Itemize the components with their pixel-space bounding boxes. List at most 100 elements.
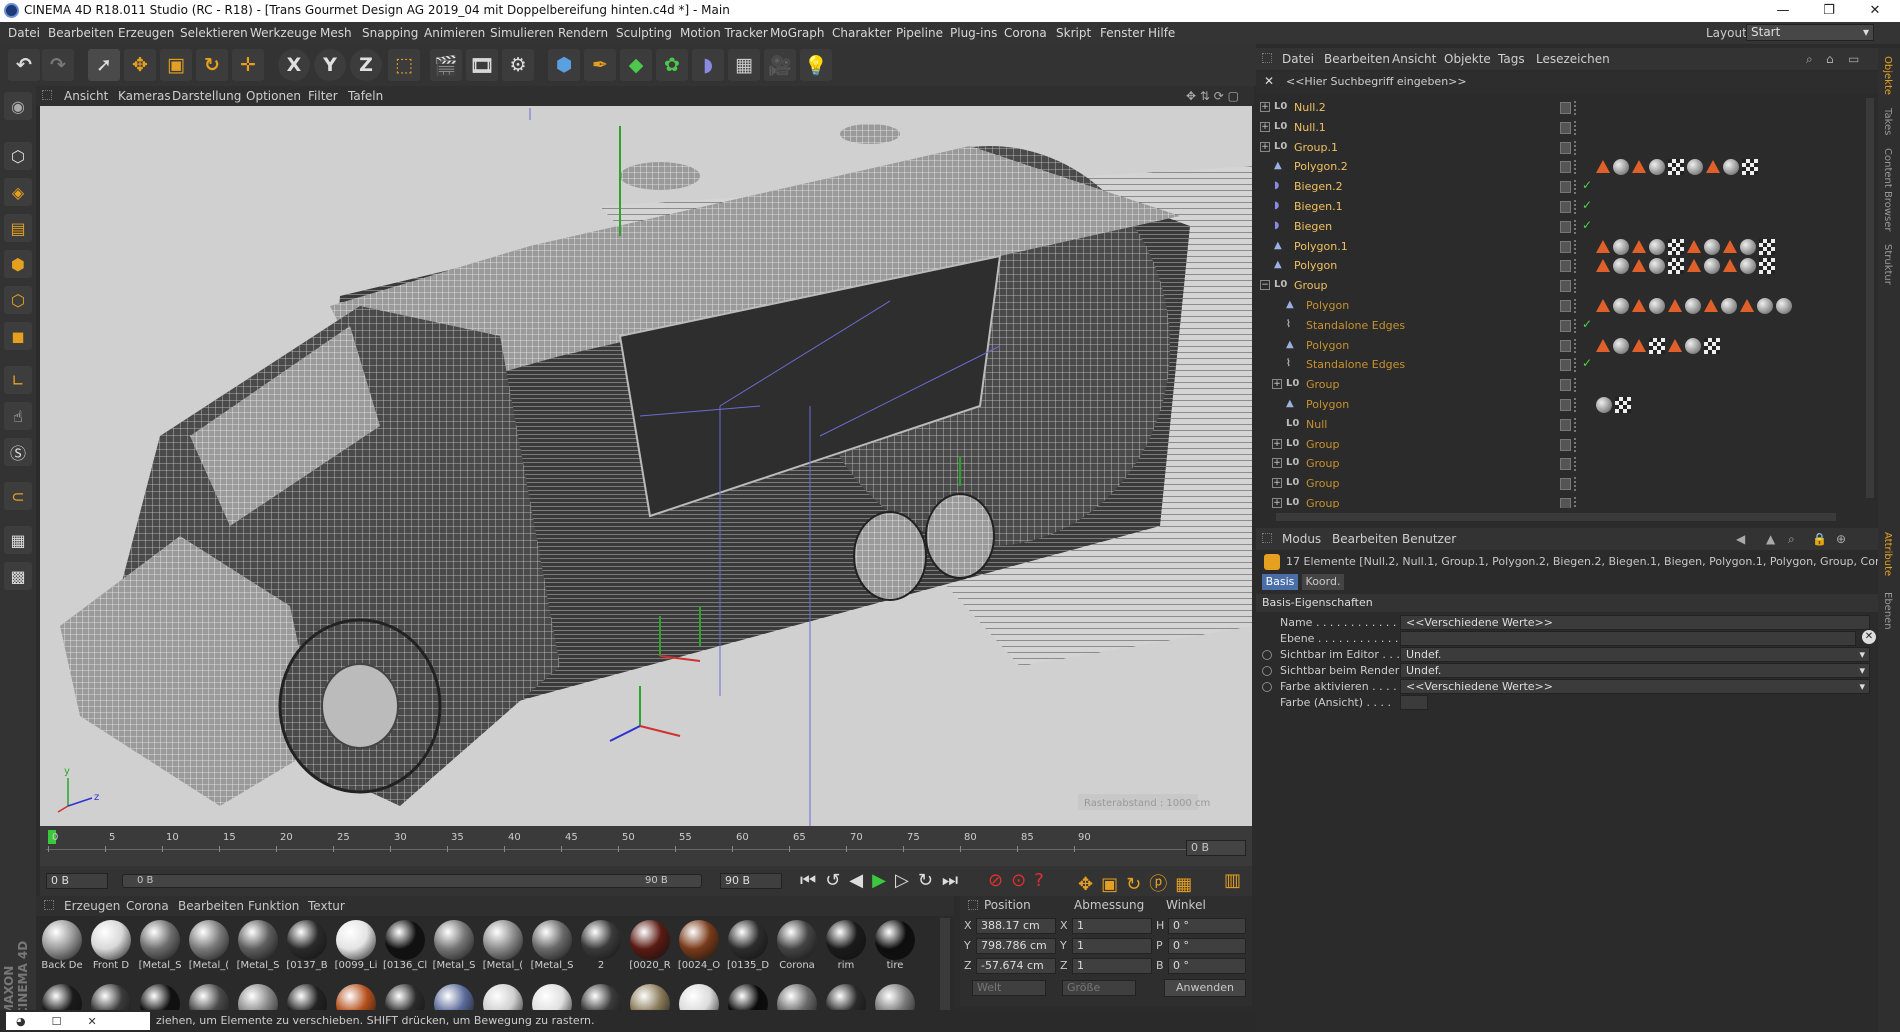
object-name[interactable]: Standalone Edges xyxy=(1306,319,1405,332)
material-swatch[interactable]: [Metal_( xyxy=(187,920,231,973)
enabled-check-icon[interactable]: ✓ xyxy=(1582,317,1592,331)
viewport-menu-kameras[interactable]: Kameras xyxy=(118,89,171,103)
object-name[interactable]: Group xyxy=(1306,477,1340,490)
material-tag-icon[interactable] xyxy=(1613,337,1629,354)
material-swatch[interactable]: Back De xyxy=(40,920,84,973)
visibility-toggle[interactable] xyxy=(1560,418,1571,431)
material-tag-icon[interactable] xyxy=(1757,298,1773,314)
tab-koord[interactable]: Koord. xyxy=(1302,574,1344,590)
pen-icon[interactable]: ✒ xyxy=(584,49,616,81)
make-editable-icon[interactable]: ◉ xyxy=(4,92,32,120)
material-tag-icon[interactable] xyxy=(1649,258,1665,275)
phong-tag-icon[interactable] xyxy=(1723,239,1737,253)
menu-skript[interactable]: Skript xyxy=(1056,26,1091,40)
render-visibility-dots[interactable] xyxy=(1574,398,1578,412)
render-visibility-dots[interactable] xyxy=(1574,140,1578,155)
object-row[interactable]: + L0 Null.1 xyxy=(1256,118,1878,138)
material-swatch[interactable]: Corona xyxy=(775,920,819,973)
coord-icon[interactable]: ⬚ xyxy=(388,49,420,81)
minimize-button[interactable]: — xyxy=(1760,0,1806,22)
clear-search-icon[interactable]: ✕ xyxy=(1264,74,1274,88)
visibility-toggle[interactable] xyxy=(1560,319,1571,332)
menu-fenster[interactable]: Fenster xyxy=(1100,26,1145,40)
new-panel-icon[interactable]: ⊕ xyxy=(1836,532,1846,546)
back-icon[interactable]: ◀ xyxy=(1736,532,1745,546)
tweak-mode-icon[interactable]: ☝ xyxy=(4,402,32,430)
menu-simulieren[interactable]: Simulieren xyxy=(490,26,554,40)
render-visibility-dots[interactable] xyxy=(1574,417,1578,432)
render-visibility-dots[interactable] xyxy=(1574,299,1578,313)
material-menu-textur[interactable]: Textur xyxy=(308,899,345,913)
expand-toggle-icon[interactable]: + xyxy=(1272,379,1282,390)
material-tag-icon[interactable] xyxy=(1613,298,1629,314)
light-icon[interactable]: 💡 xyxy=(800,49,832,81)
material-swatch[interactable]: [0137_B xyxy=(285,920,329,973)
object-row[interactable]: ◗ Biegen.1 ✓ xyxy=(1256,197,1878,217)
enabled-check-icon[interactable]: ✓ xyxy=(1582,218,1592,232)
menu-datei[interactable]: Datei xyxy=(8,26,40,40)
object-row[interactable]: + L0 Group xyxy=(1256,375,1878,395)
menu-animieren[interactable]: Animieren xyxy=(424,26,485,40)
object-search-input[interactable]: <<Hier Suchbegriff eingeben>> xyxy=(1286,75,1467,88)
phong-tag-icon[interactable] xyxy=(1632,160,1646,174)
material-tag-icon[interactable] xyxy=(1613,159,1629,176)
key-tools[interactable]: ✥▣↻ⓟ▦ xyxy=(1078,870,1200,896)
tab-basis[interactable]: Basis xyxy=(1262,574,1298,590)
lock-icon[interactable]: 🔒 xyxy=(1812,532,1827,546)
cube-icon[interactable]: ⬢ xyxy=(548,49,580,81)
object-row[interactable]: ▲ Polygon.2 xyxy=(1256,157,1878,177)
object-name[interactable]: Polygon xyxy=(1306,299,1349,312)
menu-rendern[interactable]: Rendern xyxy=(558,26,608,40)
menu-corona[interactable]: Corona xyxy=(1004,26,1047,40)
visibility-toggle[interactable] xyxy=(1560,359,1571,372)
object-row[interactable]: L0 Null xyxy=(1256,415,1878,435)
phong-tag-icon[interactable] xyxy=(1632,338,1646,352)
angle-field[interactable]: 0 ° xyxy=(1168,958,1246,974)
texture-tag-icon[interactable] xyxy=(1704,337,1720,354)
phong-tag-icon[interactable] xyxy=(1687,239,1701,253)
visibility-toggle[interactable] xyxy=(1560,438,1571,451)
render-visibility-dots[interactable] xyxy=(1574,358,1578,373)
object-name[interactable]: Null.1 xyxy=(1294,121,1326,134)
object-row[interactable]: + L0 Group xyxy=(1256,474,1878,494)
next-frame-icon[interactable]: ▷ xyxy=(895,870,918,891)
key-scale-icon[interactable]: ▣ xyxy=(1101,874,1126,895)
timeline[interactable]: 0 5 10 15 20 25 30 35 40 45 50 55 60 65 70 75 80 85 90 0 B xyxy=(40,826,1252,866)
y-axis-icon[interactable]: Y xyxy=(314,49,346,81)
side-tab-objekte[interactable]: Objekte xyxy=(1882,56,1893,95)
visibility-toggle[interactable] xyxy=(1560,141,1571,154)
material-tag-icon[interactable] xyxy=(1649,298,1665,314)
render-picture-icon[interactable]: 🎞 xyxy=(466,49,498,81)
object-name[interactable]: Null.2 xyxy=(1294,101,1326,114)
object-row[interactable]: ⌇ Standalone Edges ✓ xyxy=(1256,355,1878,375)
viewport-menu-ansicht[interactable]: Ansicht xyxy=(64,89,108,103)
object-row[interactable]: + L0 Group xyxy=(1256,494,1878,508)
material-swatch[interactable]: tire xyxy=(873,920,917,973)
close-button[interactable]: ✕ xyxy=(1852,0,1898,22)
enabled-check-icon[interactable]: ✓ xyxy=(1582,356,1592,370)
visibility-toggle[interactable] xyxy=(1560,478,1571,491)
render-visibility-dots[interactable] xyxy=(1574,477,1578,492)
coord-mode-select[interactable]: Welt xyxy=(972,980,1046,996)
visibility-toggle[interactable] xyxy=(1560,458,1571,471)
enabled-check-icon[interactable]: ✓ xyxy=(1582,178,1592,192)
attribute-field[interactable]: <<Verschiedene Werte>> xyxy=(1400,615,1870,630)
animate-toggle-icon[interactable] xyxy=(1262,666,1272,676)
object-row[interactable]: ▲ Polygon xyxy=(1256,256,1878,276)
panel-options-icon[interactable]: ▭ xyxy=(1848,52,1859,66)
search-icon[interactable]: ⌕ xyxy=(1806,52,1813,67)
object-row[interactable]: ◗ Biegen.2 ✓ xyxy=(1256,177,1878,197)
layer-link-icon[interactable]: ✕ xyxy=(1862,630,1876,644)
visibility-toggle[interactable] xyxy=(1560,280,1571,293)
expand-toggle-icon[interactable]: + xyxy=(1272,458,1282,469)
material-tag-icon[interactable] xyxy=(1649,159,1665,176)
expand-toggle-icon[interactable]: + xyxy=(1260,102,1270,112)
dimension-field[interactable]: 1 xyxy=(1072,918,1152,934)
object-row[interactable]: − L0 Group xyxy=(1256,276,1878,296)
material-tag-icon[interactable] xyxy=(1596,397,1612,413)
render-settings-icon[interactable]: ⚙ xyxy=(502,49,534,81)
quantize-icon[interactable]: ▩ xyxy=(4,562,32,590)
material-swatch[interactable]: [Metal_S xyxy=(432,920,476,973)
object-name[interactable]: Group xyxy=(1294,279,1328,292)
position-field[interactable]: 798.786 cm xyxy=(976,938,1056,954)
